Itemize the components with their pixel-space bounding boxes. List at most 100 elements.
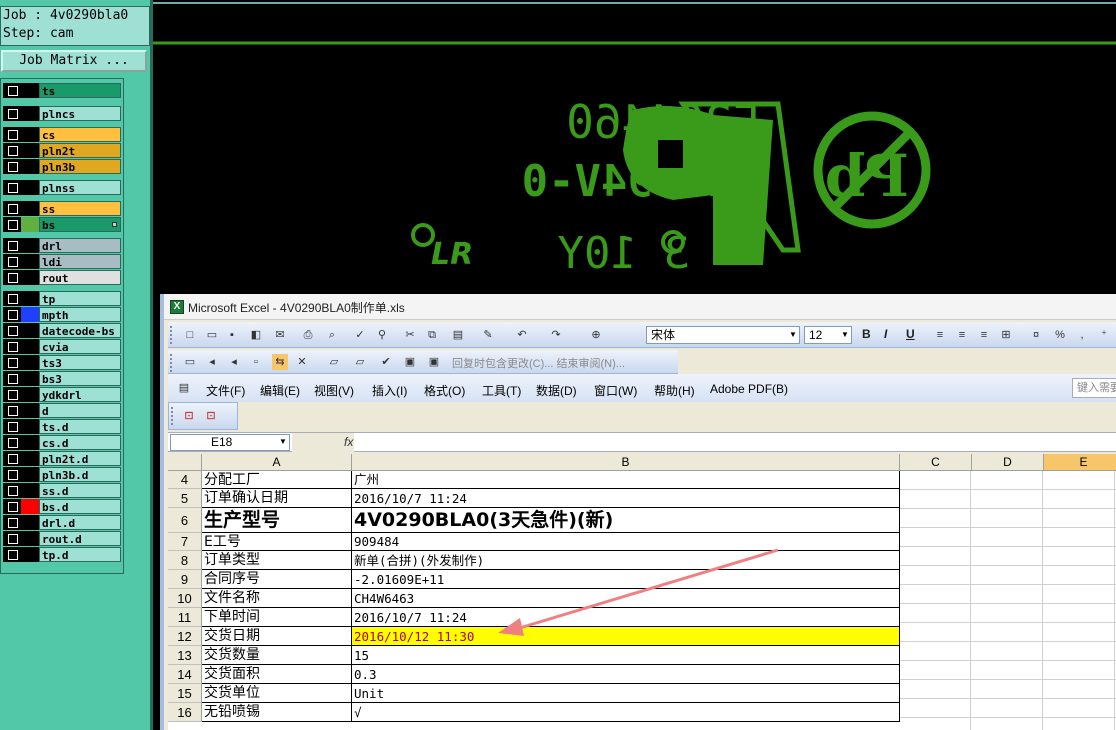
layer-name[interactable]: rout <box>39 270 121 285</box>
layer-color-swatch[interactable] <box>21 291 39 306</box>
layer-checkbox[interactable] <box>3 291 21 306</box>
layer-color-swatch[interactable] <box>21 387 39 402</box>
fx-icon[interactable]: fx <box>344 435 353 449</box>
layer-row[interactable]: cs.d <box>3 435 121 450</box>
layer-row[interactable]: cvia <box>3 339 121 354</box>
name-box[interactable]: E18 ▼ <box>170 434 290 451</box>
excel-title-bar[interactable]: X Microsoft Excel - 4V0290BLA0制作单.xls <box>164 294 1116 320</box>
layer-checkbox[interactable] <box>3 435 21 450</box>
layer-checkbox[interactable] <box>3 339 21 354</box>
menu-item[interactable]: 数据(D) <box>536 382 577 399</box>
forward-icon[interactable]: ▫ <box>248 354 264 370</box>
align-center-icon[interactable]: ≡ <box>954 327 970 343</box>
hyperlink-icon[interactable]: ⊕ <box>588 327 604 343</box>
layer-row[interactable]: bs3 <box>3 371 121 386</box>
help-search-input[interactable]: 键入需要 <box>1072 378 1116 398</box>
layer-checkbox[interactable] <box>3 159 21 174</box>
job-matrix-button[interactable]: Job Matrix ... <box>1 50 147 72</box>
email-icon[interactable]: ✉ <box>272 327 288 343</box>
layer-name[interactable]: pln3b.d <box>39 467 121 482</box>
layer-row[interactable]: pln2t.d <box>3 451 121 466</box>
layer-color-swatch[interactable] <box>21 451 39 466</box>
layer-checkbox[interactable] <box>3 515 21 530</box>
layer-name[interactable]: rout.d <box>39 531 121 546</box>
chevron-down-icon[interactable]: ▼ <box>788 329 798 341</box>
layer-row[interactable]: ts <box>3 83 121 98</box>
layer-checkbox[interactable] <box>3 323 21 338</box>
layer-checkbox[interactable] <box>3 355 21 370</box>
layer-name[interactable]: ss <box>39 201 121 216</box>
menu-item[interactable]: 文件(F) <box>206 382 245 399</box>
paste-icon[interactable]: ▤ <box>450 327 466 343</box>
font-name-select[interactable]: 宋体 ▼ <box>646 326 800 344</box>
menu-item[interactable]: 工具(T) <box>482 382 521 399</box>
layer-color-swatch[interactable] <box>21 254 39 269</box>
layer-row[interactable]: tp.d <box>3 547 121 562</box>
layer-name[interactable]: ts <box>39 83 121 98</box>
review-actions[interactable]: 回复时包含更改(C)... 结束审阅(N)... <box>452 355 625 371</box>
spreadsheet-grid[interactable]: A B C D E 4 分配工厂 广州 5 订单确认日期 2016/10/7 11:24 6… <box>168 454 1116 730</box>
spelling-icon[interactable]: ✓ <box>352 327 368 343</box>
layer-row[interactable]: drl <box>3 238 121 253</box>
review-icon[interactable]: ✔ <box>378 354 394 370</box>
layer-name[interactable]: cs <box>39 127 121 142</box>
layer-row[interactable]: pln2t <box>3 143 121 158</box>
italic-button[interactable]: I <box>884 327 887 341</box>
layer-name[interactable]: tp <box>39 291 121 306</box>
layer-color-swatch[interactable] <box>21 83 39 98</box>
menu-item[interactable]: 格式(O) <box>424 382 465 399</box>
layer-checkbox[interactable] <box>3 419 21 434</box>
layer-checkbox[interactable] <box>3 371 21 386</box>
layer-row[interactable]: ts.d <box>3 419 121 434</box>
cam-graphics-view[interactable]: E204460 MII 94V-0 3 10Y LR Pb <box>153 0 1116 300</box>
format-painter-icon[interactable]: ✎ <box>480 327 496 343</box>
layer-checkbox[interactable] <box>3 217 21 232</box>
layer-row[interactable]: drl.d <box>3 515 121 530</box>
print-icon[interactable]: ⎙ <box>300 327 316 343</box>
layer-name[interactable]: pln2t <box>39 143 121 158</box>
layer-color-swatch[interactable] <box>21 371 39 386</box>
layer-row[interactable]: ldi <box>3 254 121 269</box>
currency-icon[interactable]: ¤ <box>1028 327 1044 343</box>
layer-row[interactable]: bs.d <box>3 499 121 514</box>
layer-color-swatch[interactable] <box>21 531 39 546</box>
layer-row[interactable]: pln3b.d <box>3 467 121 482</box>
font-size-select[interactable]: 12 ▼ <box>804 326 852 344</box>
layer-checkbox[interactable] <box>3 143 21 158</box>
layer-color-swatch[interactable] <box>21 547 39 562</box>
layer-checkbox[interactable] <box>3 106 21 121</box>
layer-name[interactable]: ldi <box>39 254 121 269</box>
menu-item[interactable]: Adobe PDF(B) <box>710 382 788 396</box>
new-icon[interactable]: □ <box>182 327 198 343</box>
menu-item[interactable]: 插入(I) <box>372 382 407 399</box>
chevron-down-icon[interactable]: ▼ <box>840 329 850 341</box>
redo-icon[interactable]: ↷ <box>548 327 564 343</box>
underline-button[interactable]: U <box>906 327 915 341</box>
layer-color-swatch[interactable] <box>21 307 39 322</box>
layer-checkbox[interactable] <box>3 270 21 285</box>
layer-checkbox[interactable] <box>3 83 21 98</box>
layer-row[interactable]: rout.d <box>3 531 121 546</box>
open-icon[interactable]: ▭ <box>204 327 220 343</box>
layer-color-swatch[interactable] <box>21 419 39 434</box>
layer-checkbox[interactable] <box>3 127 21 142</box>
layer-color-swatch[interactable] <box>21 127 39 142</box>
permission-icon[interactable]: ◧ <box>248 327 264 343</box>
layer-color-swatch[interactable] <box>21 467 39 482</box>
reply-all-icon[interactable]: ◂ <box>226 354 242 370</box>
layer-row[interactable]: bs <box>3 217 121 232</box>
layer-color-swatch[interactable] <box>21 180 39 195</box>
menu-item[interactable]: 窗口(W) <box>594 382 637 399</box>
copy-icon[interactable]: ⧉ <box>424 327 440 343</box>
hide-icon[interactable]: ▣ <box>426 354 442 370</box>
layer-color-swatch[interactable] <box>21 201 39 216</box>
layer-name[interactable]: bs <box>39 217 121 232</box>
folder-icon[interactable]: ▭ <box>182 354 198 370</box>
layer-color-swatch[interactable] <box>21 339 39 354</box>
layer-color-swatch[interactable] <box>21 483 39 498</box>
layer-name[interactable]: plnss <box>39 180 121 195</box>
show-icon[interactable]: ▣ <box>402 354 418 370</box>
layer-checkbox[interactable] <box>3 180 21 195</box>
edit-comment-icon[interactable]: ▱ <box>326 354 342 370</box>
layer-name[interactable]: ts3 <box>39 355 121 370</box>
